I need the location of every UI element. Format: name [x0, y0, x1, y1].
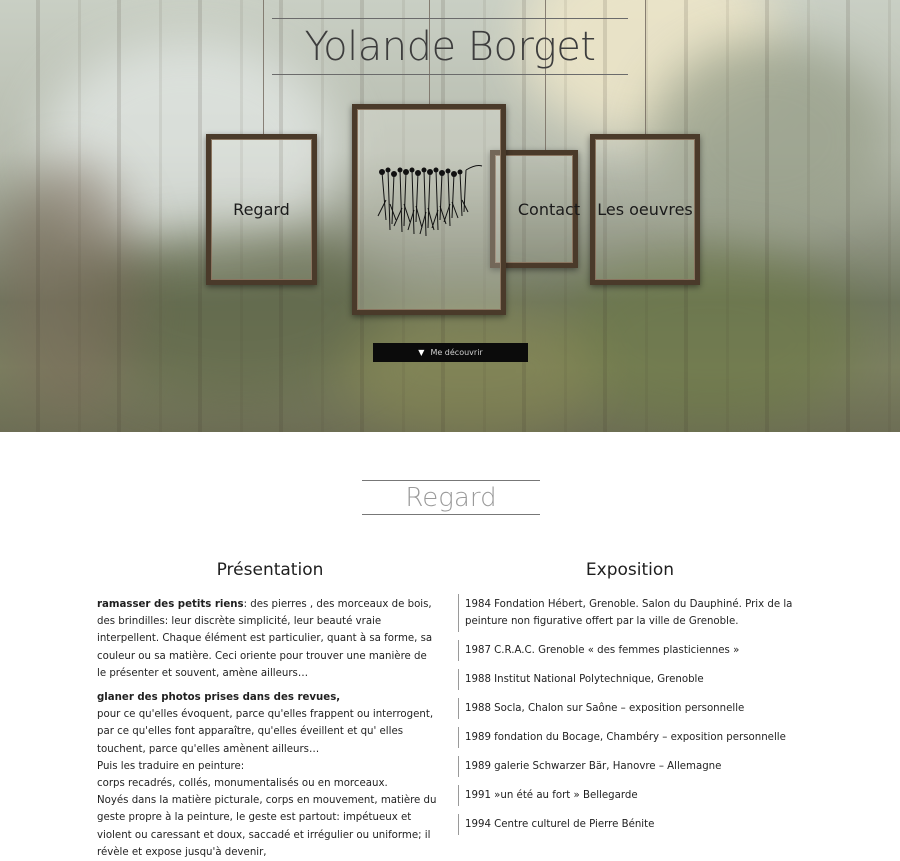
presentation-paragraph: glaner des photos prises dans des revues… — [97, 689, 439, 861]
exposition-item: 1988 Socla, Chalon sur Saône – expositio… — [458, 698, 808, 719]
exposition-item: 1988 Institut National Polytechnique, Gr… — [458, 669, 808, 690]
presentation-text: ramasser des petits riens: des pierres ,… — [97, 596, 439, 861]
presentation-text-run: Noyés dans la matière picturale, corps e… — [97, 795, 437, 858]
nav-frame-regard[interactable]: Regard — [206, 134, 317, 285]
featured-artwork-frame[interactable] — [352, 104, 506, 315]
presentation-text-run: Puis les traduire en peinture: — [97, 760, 245, 772]
discover-label: Me découvrir — [430, 348, 483, 357]
nav-frame-oeuvres[interactable]: Les oeuvres — [590, 134, 700, 285]
hanging-string — [645, 0, 646, 134]
presentation-bold: ramasser des petits riens — [97, 599, 244, 610]
title-rule-bottom — [272, 74, 628, 75]
presentation-text-run: : des pierres , des morceaux de bois, de… — [97, 599, 433, 679]
nav-label-contact: Contact — [517, 199, 581, 219]
exposition-list: 1984 Fondation Hébert, Grenoble. Salon d… — [458, 594, 808, 843]
section-rule-bottom — [362, 514, 540, 515]
section-rule-top — [362, 480, 540, 481]
discover-button[interactable]: ▼ Me découvrir — [373, 343, 528, 362]
presentation-text-run: pour ce qu'elles évoquent, parce qu'elle… — [97, 709, 434, 755]
hero-banner: Yolande Borget Regard Contact Les oeuvre… — [0, 0, 900, 432]
caret-down-icon: ▼ — [418, 348, 425, 357]
hanging-string — [263, 0, 264, 134]
presentation-heading: Présentation — [216, 560, 324, 580]
title-rule-top — [272, 18, 628, 19]
section-title: Regard — [405, 483, 497, 513]
exposition-item: 1989 fondation du Bocage, Chambéry – exp… — [458, 727, 808, 748]
exposition-heading: Exposition — [585, 560, 675, 580]
nav-label-regard: Regard — [233, 200, 290, 219]
presentation-bold: glaner des photos prises dans des revues… — [97, 692, 341, 704]
exposition-item: 1987 C.R.A.C. Grenoble « des femmes plas… — [458, 640, 808, 661]
exposition-item: 1989 galerie Schwarzer Bär, Hanovre – Al… — [458, 756, 808, 777]
exposition-item: 1991 »un été au fort » Bellegarde — [458, 785, 808, 806]
presentation-paragraph: ramasser des petits riens: des pierres ,… — [97, 596, 439, 682]
site-title: Yolande Borget — [304, 24, 597, 70]
presentation-text-run: corps recadrés, collés, monumentalisés o… — [97, 778, 388, 790]
exposition-item: 1984 Fondation Hébert, Grenoble. Salon d… — [458, 594, 808, 632]
nav-label-oeuvres: Les oeuvres — [597, 200, 693, 219]
plant-artwork-icon — [377, 164, 483, 236]
